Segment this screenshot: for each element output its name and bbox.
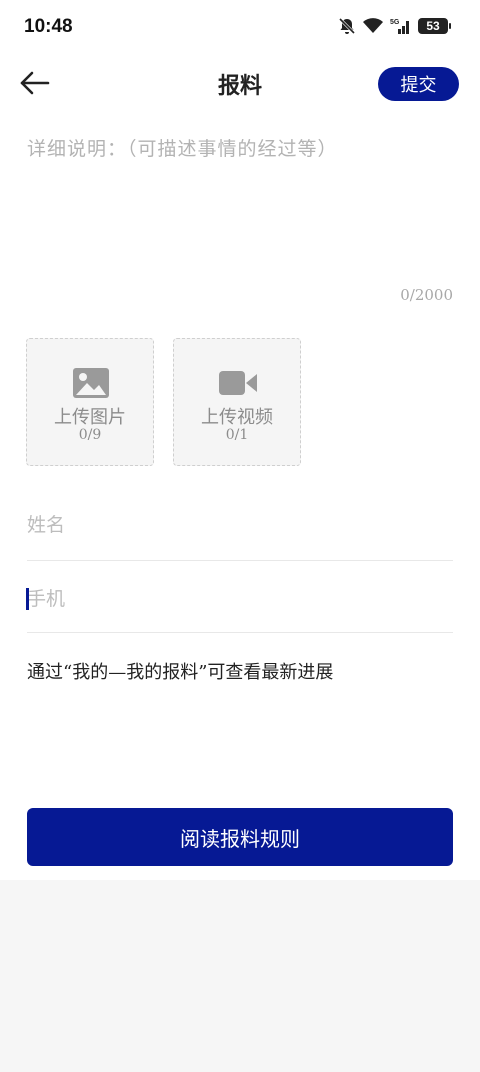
status-icons: 5G 53 (338, 17, 451, 35)
video-camera-icon (219, 371, 257, 395)
bottom-panel (0, 880, 480, 1072)
status-time: 10:48 (24, 16, 73, 37)
read-rules-button[interactable]: 阅读报料规则 (27, 808, 453, 866)
upload-image-label: 上传图片 (54, 407, 126, 428)
status-bar: 10:48 5G 53 (0, 0, 480, 56)
divider (27, 632, 453, 633)
divider (27, 560, 453, 561)
upload-image-button[interactable]: 上传图片 0/9 (26, 338, 154, 466)
phone-field[interactable] (27, 574, 453, 624)
description-input[interactable] (27, 134, 453, 284)
battery-icon: 53 (418, 18, 451, 34)
upload-video-label: 上传视频 (201, 407, 273, 428)
image-icon (73, 368, 109, 398)
submit-button[interactable]: 提交 (378, 67, 459, 101)
upload-video-button[interactable]: 上传视频 0/1 (173, 338, 301, 466)
upload-image-count: 0/9 (78, 427, 102, 443)
progress-hint: 通过“我的—我的报料”可查看最新进展 (27, 662, 334, 683)
char-counter: 0/2000 (400, 286, 453, 304)
name-field[interactable] (27, 500, 453, 550)
header: 报料 提交 (0, 56, 480, 112)
svg-text:5G: 5G (390, 19, 400, 26)
signal-5g-icon: 5G (390, 19, 409, 34)
upload-video-count: 0/1 (225, 427, 249, 443)
mute-bell-icon (338, 17, 356, 35)
text-cursor (26, 588, 29, 610)
wifi-icon (363, 18, 383, 33)
